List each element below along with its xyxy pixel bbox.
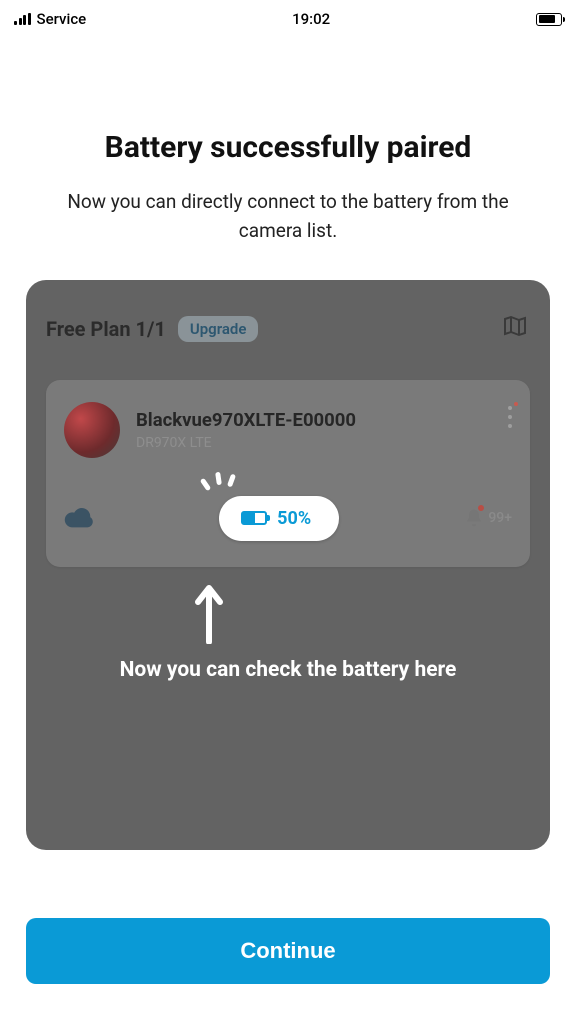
cloud-icon bbox=[64, 508, 94, 528]
kebab-menu-icon[interactable] bbox=[508, 406, 512, 428]
bell-icon bbox=[464, 507, 484, 529]
device-card-footer: 50% 99+ bbox=[64, 496, 512, 541]
tutorial-overlay: Free Plan 1/1 Upgrade Blackvue970XLTE-E0… bbox=[26, 280, 550, 850]
battery-level-icon bbox=[241, 511, 267, 525]
device-model: DR970X LTE bbox=[136, 435, 356, 451]
kebab-notification-dot bbox=[514, 402, 518, 406]
status-bar: Service 19:02 bbox=[0, 0, 576, 34]
upgrade-button[interactable]: Upgrade bbox=[178, 316, 259, 342]
clock-label: 19:02 bbox=[292, 10, 330, 28]
tutorial-hint-text: Now you can check the battery here bbox=[26, 658, 550, 682]
plan-label: Free Plan 1/1 bbox=[46, 317, 166, 341]
pointer-arrow-icon bbox=[194, 580, 224, 644]
notifications-button[interactable]: 99+ bbox=[464, 507, 512, 529]
battery-percent-label: 50% bbox=[277, 508, 311, 529]
signal-icon bbox=[14, 13, 31, 25]
battery-icon bbox=[536, 13, 562, 26]
notification-count: 99+ bbox=[488, 510, 512, 526]
battery-status-pill[interactable]: 50% bbox=[219, 496, 339, 541]
device-thumbnail bbox=[64, 402, 120, 458]
continue-button[interactable]: Continue bbox=[26, 918, 550, 984]
map-icon[interactable] bbox=[502, 314, 528, 338]
device-name: Blackvue970XLTE-E00000 bbox=[136, 409, 356, 431]
page-title: Battery successfully paired bbox=[0, 130, 576, 165]
device-row: Blackvue970XLTE-E00000 DR970X LTE bbox=[64, 402, 512, 458]
device-card[interactable]: Blackvue970XLTE-E00000 DR970X LTE 50% bbox=[46, 380, 530, 567]
page-subtitle: Now you can directly connect to the batt… bbox=[0, 187, 576, 246]
status-bar-left: Service bbox=[14, 10, 86, 28]
plan-row: Free Plan 1/1 Upgrade bbox=[46, 316, 530, 342]
carrier-label: Service bbox=[37, 10, 87, 28]
